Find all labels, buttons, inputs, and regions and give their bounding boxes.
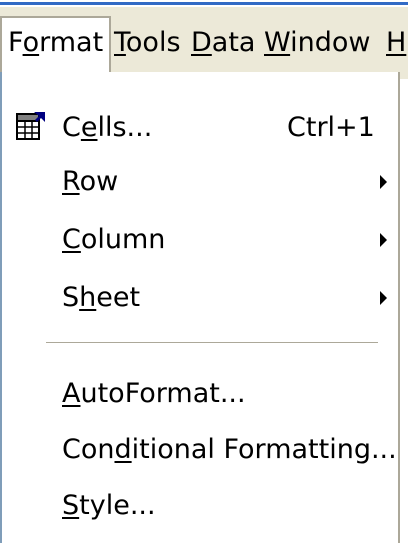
format-cells-icon xyxy=(16,112,45,140)
menu-bar: Format Tools Data Window H xyxy=(0,7,408,79)
menu-help-accesskey: H xyxy=(386,27,407,58)
menu-tools[interactable]: Tools xyxy=(108,16,187,70)
menu-format-accesskey: o xyxy=(22,27,40,58)
menu-item-conditional-formatting-label: Conditional Formatting... xyxy=(62,434,397,465)
menu-item-sheet-label: Sheet xyxy=(62,282,141,313)
menu-item-row[interactable]: Row xyxy=(2,156,398,208)
menu-separator xyxy=(46,342,378,344)
menu-format-text-1: F xyxy=(8,27,23,58)
menu-window-text: indow xyxy=(290,27,371,58)
window-top-strip xyxy=(0,0,408,7)
menu-item-sheet[interactable]: Sheet xyxy=(2,272,398,324)
format-dropdown-menu: Cells... Ctrl+1 Row Column Sheet AutoFor… xyxy=(0,72,400,543)
menu-item-column[interactable]: Column xyxy=(2,214,398,266)
menu-item-style[interactable]: Style... xyxy=(2,480,398,532)
menu-item-autoformat-label: AutoFormat... xyxy=(62,378,246,409)
menu-format[interactable]: Format xyxy=(0,16,112,79)
menu-data[interactable]: Data xyxy=(185,16,261,70)
menu-window[interactable]: Window xyxy=(258,16,376,70)
menu-item-row-label: Row xyxy=(62,166,119,197)
menu-tools-accesskey: T xyxy=(114,27,126,58)
menu-help[interactable]: H xyxy=(380,16,408,70)
window-title-accent xyxy=(0,2,408,5)
submenu-arrow-icon xyxy=(380,291,387,305)
menu-format-text-2: rmat xyxy=(39,27,104,58)
menu-item-cells-shortcut: Ctrl+1 xyxy=(287,112,375,143)
submenu-arrow-icon xyxy=(380,175,387,189)
menu-window-accesskey: W xyxy=(264,27,291,58)
menu-tools-text: ools xyxy=(125,27,181,58)
menu-item-style-label: Style... xyxy=(62,490,156,521)
menu-item-cells[interactable]: Cells... Ctrl+1 xyxy=(2,102,398,154)
menu-item-autoformat[interactable]: AutoFormat... xyxy=(2,368,398,420)
menu-item-column-label: Column xyxy=(62,224,166,255)
menu-data-text: ata xyxy=(211,27,256,58)
menu-data-accesskey: D xyxy=(191,27,212,58)
submenu-arrow-icon xyxy=(380,233,387,247)
menu-item-conditional-formatting[interactable]: Conditional Formatting... xyxy=(2,424,398,476)
menu-item-cells-label: Cells... xyxy=(62,112,153,143)
